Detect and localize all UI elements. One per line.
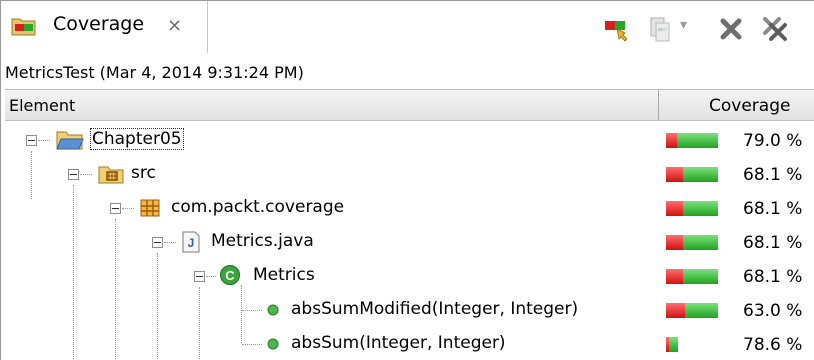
svg-text:J: J bbox=[188, 236, 195, 250]
tree-row[interactable]: absSum(Integer, Integer) 78.6 % bbox=[5, 327, 814, 360]
column-divider[interactable] bbox=[658, 90, 659, 120]
tree-line bbox=[164, 242, 176, 243]
tree-node-label: absSum(Integer, Integer) bbox=[291, 333, 506, 353]
tab-title: Coverage bbox=[53, 13, 145, 35]
coverage-percent: 68.1 % bbox=[743, 267, 803, 287]
tree-row[interactable]: Chapter05 79.0 % bbox=[5, 123, 814, 157]
coverage-percent: 63.0 % bbox=[743, 301, 803, 321]
element-column-header[interactable]: Element bbox=[9, 96, 75, 115]
column-header: Element Coverage bbox=[5, 89, 814, 121]
tree-line bbox=[242, 310, 262, 311]
coverage-column-header[interactable]: Coverage bbox=[709, 96, 790, 116]
view-tab-bar: Coverage ⨯ ▾ bbox=[1, 1, 814, 59]
collapse-toggle[interactable] bbox=[110, 203, 121, 214]
coverage-bar bbox=[666, 303, 718, 318]
tree-row[interactable]: src 68.1 % bbox=[5, 157, 814, 191]
collapse-toggle[interactable] bbox=[68, 169, 79, 180]
public-method-icon bbox=[267, 338, 279, 350]
coverage-tab[interactable]: Coverage ⨯ bbox=[1, 1, 208, 53]
dropdown-arrow-icon[interactable]: ▾ bbox=[680, 17, 687, 33]
coverage-bar bbox=[666, 337, 678, 352]
coverage-percent: 68.1 % bbox=[743, 199, 803, 219]
coverage-percent: 68.1 % bbox=[743, 165, 803, 185]
tree-line bbox=[122, 208, 134, 209]
coverage-percent: 68.1 % bbox=[743, 233, 803, 253]
source-folder-icon bbox=[98, 166, 124, 184]
class-icon: C bbox=[220, 265, 240, 285]
coverage-percent: 78.6 % bbox=[743, 335, 803, 355]
tree-line bbox=[80, 174, 92, 175]
tree-node-label: src bbox=[131, 163, 156, 183]
coverage-bar bbox=[666, 201, 718, 216]
remove-session-icon[interactable] bbox=[717, 15, 745, 43]
java-file-icon: J bbox=[182, 231, 200, 253]
svg-text:C: C bbox=[225, 268, 235, 283]
package-icon bbox=[140, 199, 160, 217]
project-folder-icon bbox=[56, 131, 84, 150]
tree-line bbox=[206, 276, 216, 277]
tree-node-label: Metrics bbox=[253, 265, 315, 285]
session-label: MetricsTest (Mar 4, 2014 9:31:24 PM) bbox=[5, 63, 304, 82]
tree-line bbox=[242, 344, 262, 345]
close-icon[interactable]: ⨯ bbox=[167, 15, 182, 36]
coverage-bar bbox=[666, 133, 718, 148]
tree-row[interactable]: C Metrics 68.1 % bbox=[5, 259, 814, 293]
tree-row[interactable]: com.packt.coverage 68.1 % bbox=[5, 191, 814, 225]
tree-node-label: Metrics.java bbox=[211, 231, 314, 251]
tree-line bbox=[38, 140, 50, 141]
merge-sessions-icon[interactable] bbox=[647, 15, 675, 43]
tree-node-label: com.packt.coverage bbox=[171, 197, 345, 217]
collapse-toggle[interactable] bbox=[152, 237, 163, 248]
collapse-toggle[interactable] bbox=[26, 135, 37, 146]
coverage-bar bbox=[666, 269, 718, 284]
coverage-launch-icon[interactable] bbox=[603, 15, 631, 43]
coverage-view: Coverage ⨯ ▾ MetricsTest (Mar 4, 2014 9:… bbox=[0, 0, 814, 360]
tree-row[interactable]: J Metrics.java 68.1 % bbox=[5, 225, 814, 259]
tree-node-label: Chapter05 bbox=[90, 128, 184, 150]
coverage-view-icon bbox=[11, 18, 36, 36]
tree-node-label: absSumModified(Integer, Integer) bbox=[291, 299, 579, 319]
collapse-toggle[interactable] bbox=[194, 271, 205, 282]
coverage-percent: 79.0 % bbox=[743, 131, 803, 151]
coverage-bar bbox=[666, 235, 718, 250]
coverage-bar bbox=[666, 167, 718, 182]
remove-all-sessions-icon[interactable] bbox=[761, 15, 789, 43]
tree-row[interactable]: absSumModified(Integer, Integer) 63.0 % bbox=[5, 293, 814, 327]
public-method-icon bbox=[267, 304, 279, 316]
